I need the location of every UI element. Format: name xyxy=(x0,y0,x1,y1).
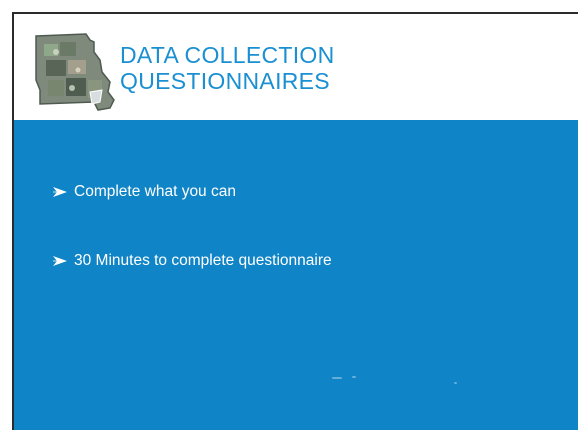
bullet-item: 30 Minutes to complete questionnaire xyxy=(52,252,332,270)
scan-speck xyxy=(454,382,457,384)
bullet-item: Complete what you can xyxy=(52,183,236,201)
slide-title: DATA COLLECTION QUESTIONNAIRES xyxy=(120,42,335,94)
content-panel: Complete what you can 30 Minutes to comp… xyxy=(14,120,578,430)
scan-speck xyxy=(332,377,342,379)
scan-speck xyxy=(352,376,356,378)
missouri-map-icon xyxy=(35,33,115,111)
arrow-bullet-icon xyxy=(53,187,67,197)
title-band: DATA COLLECTION QUESTIONNAIRES xyxy=(14,14,578,118)
slide: DATA COLLECTION QUESTIONNAIRES Complete … xyxy=(12,12,578,430)
title-line-1: DATA COLLECTION xyxy=(120,42,335,68)
arrow-bullet-icon xyxy=(53,256,67,266)
bullet-text: Complete what you can xyxy=(74,183,236,200)
title-line-2: QUESTIONNAIRES xyxy=(120,68,330,94)
bullet-text: 30 Minutes to complete questionnaire xyxy=(74,252,332,269)
